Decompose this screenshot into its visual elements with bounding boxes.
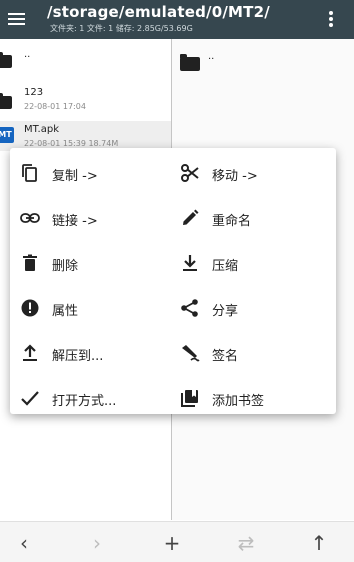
file-meta: 22-08-01 15:39 18.74M: [24, 139, 119, 148]
parent-directory-button[interactable]: ↑: [306, 530, 332, 556]
link-icon: [20, 213, 40, 223]
file-meta: 22-08-01 17:04: [24, 102, 86, 111]
menu-item-label: 解压到...: [52, 349, 104, 364]
path-title: /storage/emulated/0/MT2/: [47, 3, 270, 21]
menu-item-label: 打开方式...: [52, 394, 117, 409]
menu-item-label: 重命名: [212, 214, 252, 229]
info-icon: [21, 299, 39, 317]
list-item-mt-apk[interactable]: MT MT.apk 22-08-01 15:39 18.74M: [0, 121, 171, 151]
menu-item-copy[interactable]: 复制 ->: [20, 154, 170, 190]
menu-item-label: 链接 ->: [52, 214, 98, 229]
more-options-icon[interactable]: [324, 9, 338, 29]
folder-icon: [0, 93, 12, 109]
upload-icon: [23, 344, 37, 361]
menu-item-properties[interactable]: 属性: [20, 289, 170, 325]
check-icon: [21, 391, 39, 406]
list-item-parent[interactable]: ..: [172, 39, 354, 79]
app-bar: /storage/emulated/0/MT2/ 文件夹: 1 文件: 1 储存…: [0, 0, 354, 39]
menu-item-sign[interactable]: 签名: [180, 334, 330, 370]
file-name: ..: [208, 51, 215, 62]
bookmark-icon: [181, 390, 198, 407]
menu-item-label: 复制 ->: [52, 169, 98, 184]
bottom-toolbar: ‹ › + ⇄ ↑: [0, 521, 354, 562]
hamburger-menu-icon[interactable]: [6, 8, 28, 30]
menu-item-move[interactable]: 移动 ->: [180, 154, 330, 190]
back-button[interactable]: ‹: [11, 530, 37, 556]
download-icon: [183, 255, 197, 271]
menu-item-link[interactable]: 链接 ->: [20, 199, 170, 235]
forward-button[interactable]: ›: [84, 530, 110, 556]
signature-icon: [182, 345, 200, 362]
swap-panes-button[interactable]: ⇄: [233, 530, 259, 556]
storage-summary: 文件夹: 1 文件: 1 储存: 2.85G/53.69G: [50, 24, 193, 33]
menu-item-compress[interactable]: 压缩: [180, 244, 330, 280]
add-button[interactable]: +: [159, 530, 185, 556]
share-icon: [181, 299, 198, 317]
pencil-icon: [183, 209, 199, 225]
menu-item-label: 移动 ->: [212, 169, 258, 184]
file-name: 123: [24, 87, 44, 98]
menu-item-extract[interactable]: 解压到...: [20, 334, 170, 370]
menu-item-open-with[interactable]: 打开方式...: [20, 379, 170, 415]
context-menu: 复制 -> 移动 -> 链接 -> 重命名 删除 压缩 属性 分享 解压到...…: [10, 148, 336, 414]
menu-item-label: 签名: [212, 349, 239, 364]
copy-icon: [22, 164, 37, 182]
menu-item-rename[interactable]: 重命名: [180, 199, 330, 235]
file-name: ..: [24, 49, 31, 60]
menu-item-delete[interactable]: 删除: [20, 244, 170, 280]
list-item-folder-123[interactable]: 123 22-08-01 17:04: [0, 83, 171, 119]
menu-item-label: 属性: [52, 304, 79, 319]
menu-item-add-bookmark[interactable]: 添加书签: [180, 379, 330, 415]
list-item-parent[interactable]: ..: [0, 39, 171, 79]
folder-icon: [0, 52, 12, 68]
menu-item-label: 压缩: [212, 259, 239, 274]
apk-icon: MT: [0, 127, 14, 143]
menu-item-label: 添加书签: [212, 394, 265, 409]
file-name: MT.apk: [24, 124, 59, 135]
menu-item-label: 删除: [52, 259, 79, 274]
menu-item-share[interactable]: 分享: [180, 289, 330, 325]
folder-icon: [180, 54, 200, 71]
scissors-icon: [181, 164, 199, 182]
menu-item-label: 分享: [212, 304, 239, 319]
trash-icon: [23, 254, 37, 271]
